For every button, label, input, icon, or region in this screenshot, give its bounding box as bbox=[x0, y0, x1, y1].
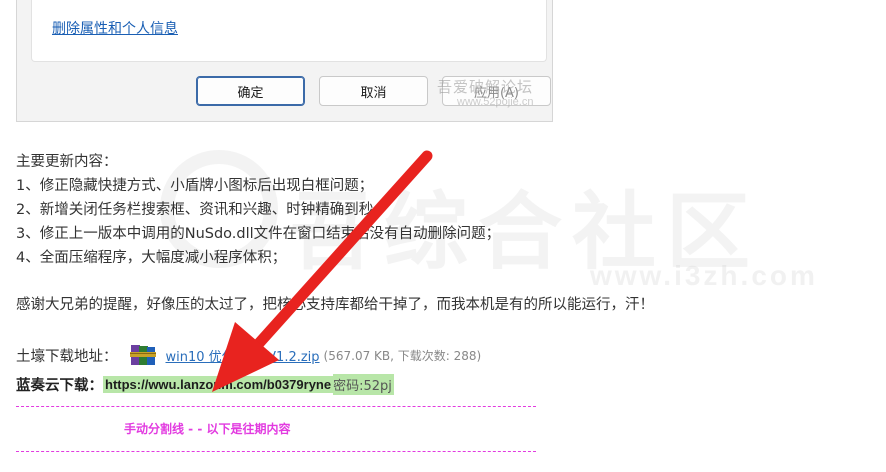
update-item: 2、新增关闭任务栏搜索框、资讯和兴趣、时钟精确到秒； bbox=[16, 202, 388, 218]
attachment-meta: (567.07 KB, 下载次数: 288) bbox=[323, 348, 482, 363]
update-item: 1、修正隐藏快捷方式、小盾牌小图标后出现白框问题； bbox=[16, 178, 374, 194]
update-item: 3、修正上一版本中调用的NuSdo.dll文件在窗口结束后没有自动删除问题； bbox=[16, 226, 501, 242]
local-download-label: 土壕下载地址： bbox=[16, 348, 118, 365]
attachment-download-link[interactable]: win10 优化工具_V1.2.zip bbox=[166, 346, 320, 365]
separator-text: 手动分割线 - - 以下是往期内容 bbox=[124, 422, 291, 436]
lanzou-download-row: 蓝奏云下载： https://wwu.lanzoum.com/b0379ryne… bbox=[16, 373, 394, 395]
file-properties-dialog: 删除属性和个人信息 确定 取消 应用(A) 吾爱破解论坛 www.52pojie… bbox=[16, 0, 553, 122]
update-heading: 主要更新内容： bbox=[16, 154, 118, 170]
remove-properties-link[interactable]: 删除属性和个人信息 bbox=[52, 18, 178, 38]
separator-line-bottom bbox=[16, 451, 536, 452]
update-item: 4、全面压缩程序，大幅度减小程序体积； bbox=[16, 250, 287, 266]
ok-button[interactable]: 确定 bbox=[196, 76, 305, 106]
lanzou-password: 密码:52pj bbox=[333, 373, 394, 395]
winrar-archive-icon bbox=[129, 345, 156, 365]
lanzou-url-link[interactable]: https://wwu.lanzoum.com/b0379ryne bbox=[103, 375, 334, 393]
apply-button[interactable]: 应用(A) bbox=[442, 76, 551, 106]
background-watermark-url: www.i3zh.com bbox=[590, 260, 818, 291]
local-download-row: 土壕下载地址： win10 优化工具_V1.2.zip (567.07 KB, … bbox=[16, 343, 481, 367]
thanks-note: 感谢大兄弟的提醒，好像压的太过了，把核心支持库都给干掉了，而我本机是有的所以能运… bbox=[16, 297, 654, 313]
separator-line-top bbox=[16, 406, 536, 407]
lanzou-label: 蓝奏云下载： bbox=[16, 377, 103, 394]
cancel-button[interactable]: 取消 bbox=[319, 76, 428, 106]
dialog-details-panel: 删除属性和个人信息 bbox=[31, 0, 547, 62]
